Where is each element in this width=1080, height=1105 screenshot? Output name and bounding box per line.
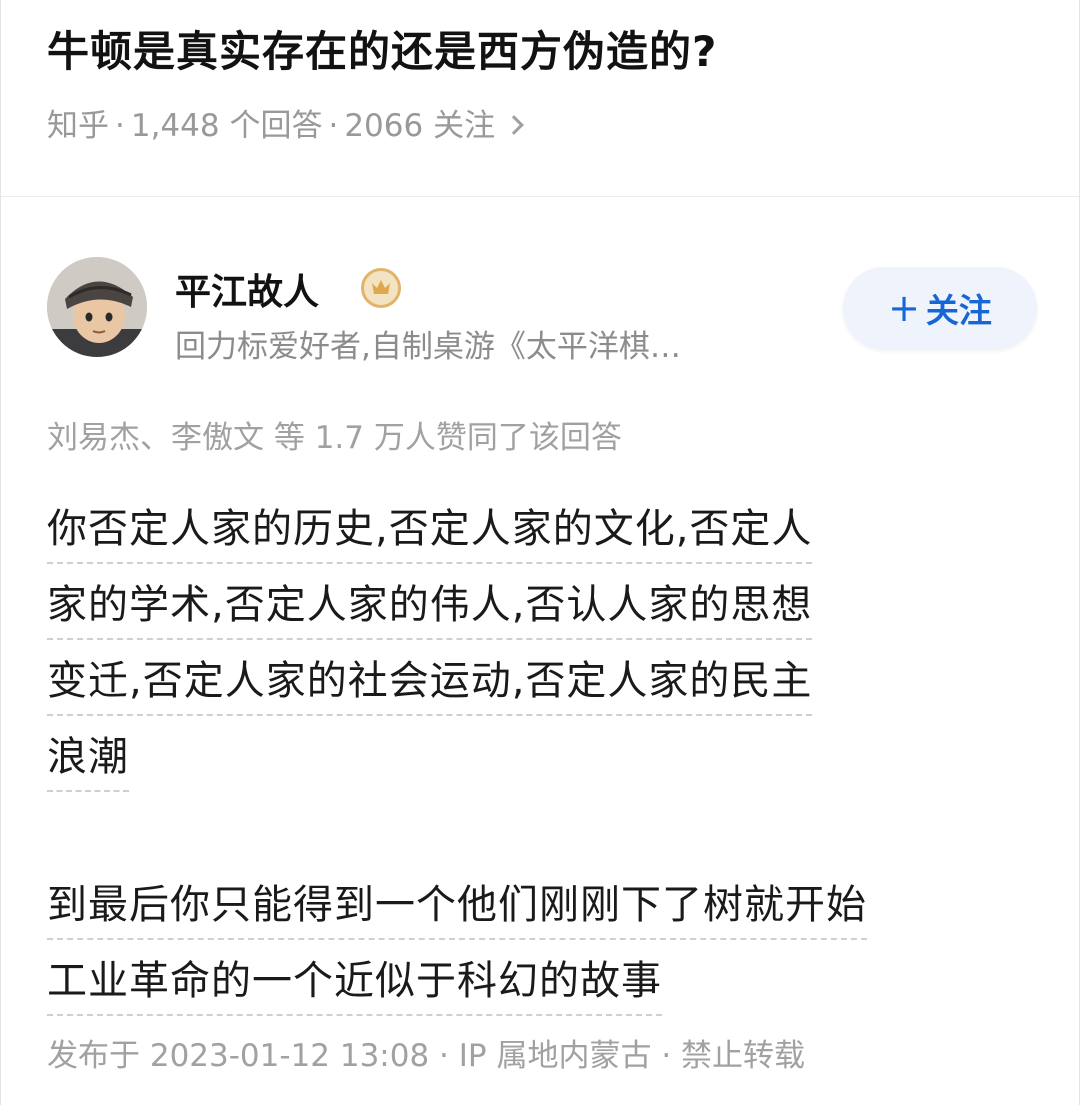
avatar[interactable]: [47, 257, 147, 357]
author-bio: 回力标爱好者,自制桌游《太平洋棋…: [175, 329, 681, 365]
answer-page: 牛顿是真实存在的还是西方伪造的? 知乎 · 1,448 个回答 · 2066 关注 平江…: [0, 0, 1080, 1105]
question-title[interactable]: 牛顿是真实存在的还是西方伪造的?: [47, 18, 717, 79]
followers-count: 2066 关注: [344, 108, 496, 144]
footer-separator: ·: [651, 1038, 682, 1074]
follow-button[interactable]: + 关注: [843, 267, 1037, 349]
answer-line: 浪潮: [47, 722, 129, 792]
plus-icon: +: [888, 286, 920, 330]
answer-paragraph: 你否定人家的历史,否定人家的文化,否定人 家的学术,否定人家的伟人,否认人家的思…: [47, 494, 1007, 798]
chevron-right-icon: [504, 115, 524, 135]
answer-paragraph: 到最后你只能得到一个他们刚刚下了树就开始 工业革命的一个近似于科幻的故事: [47, 870, 1007, 1022]
answer-body: 你否定人家的历史,否定人家的文化,否定人 家的学术,否定人家的伟人,否认人家的思…: [47, 494, 1007, 1094]
publish-time: 发布于 2023-01-12 13:08: [47, 1038, 430, 1074]
answer-line: 到最后你只能得到一个他们刚刚下了树就开始: [47, 870, 867, 940]
question-meta[interactable]: 知乎 · 1,448 个回答 · 2066 关注: [47, 100, 524, 145]
follow-label: 关注: [925, 291, 992, 330]
question-header: 牛顿是真实存在的还是西方伪造的? 知乎 · 1,448 个回答 · 2066 关注: [1, 0, 1079, 197]
crown-icon[interactable]: [361, 268, 401, 308]
meta-separator: ·: [328, 108, 339, 144]
vote-summary[interactable]: 刘易杰、李傲文 等 1.7 万人赞同了该回答: [47, 412, 622, 457]
copyright-notice: 禁止转载: [681, 1038, 806, 1074]
author-row: 平江故人 回力标爱好者,自制桌游《太平洋棋… + 关注: [1, 255, 1079, 365]
footer-separator: ·: [429, 1038, 459, 1074]
answer-line: 工业革命的一个近似于科幻的故事: [47, 946, 662, 1016]
answer-line: 变迁,否定人家的社会运动,否定人家的民主: [47, 646, 813, 716]
avatar-cartoon-icon: [47, 257, 147, 357]
answers-count: 1,448 个回答: [130, 108, 323, 144]
answer-line: 家的学术,否定人家的伟人,否认人家的思想: [47, 570, 813, 640]
author-name[interactable]: 平江故人: [175, 263, 319, 315]
answer-footer: 发布于 2023-01-12 13:08 · IP 属地内蒙古 · 禁止转载: [47, 1030, 805, 1075]
answer-line: 你否定人家的历史,否定人家的文化,否定人: [47, 494, 813, 564]
ip-location: IP 属地内蒙古: [458, 1038, 652, 1074]
meta-separator: ·: [115, 108, 125, 144]
source-label: 知乎: [47, 108, 109, 144]
